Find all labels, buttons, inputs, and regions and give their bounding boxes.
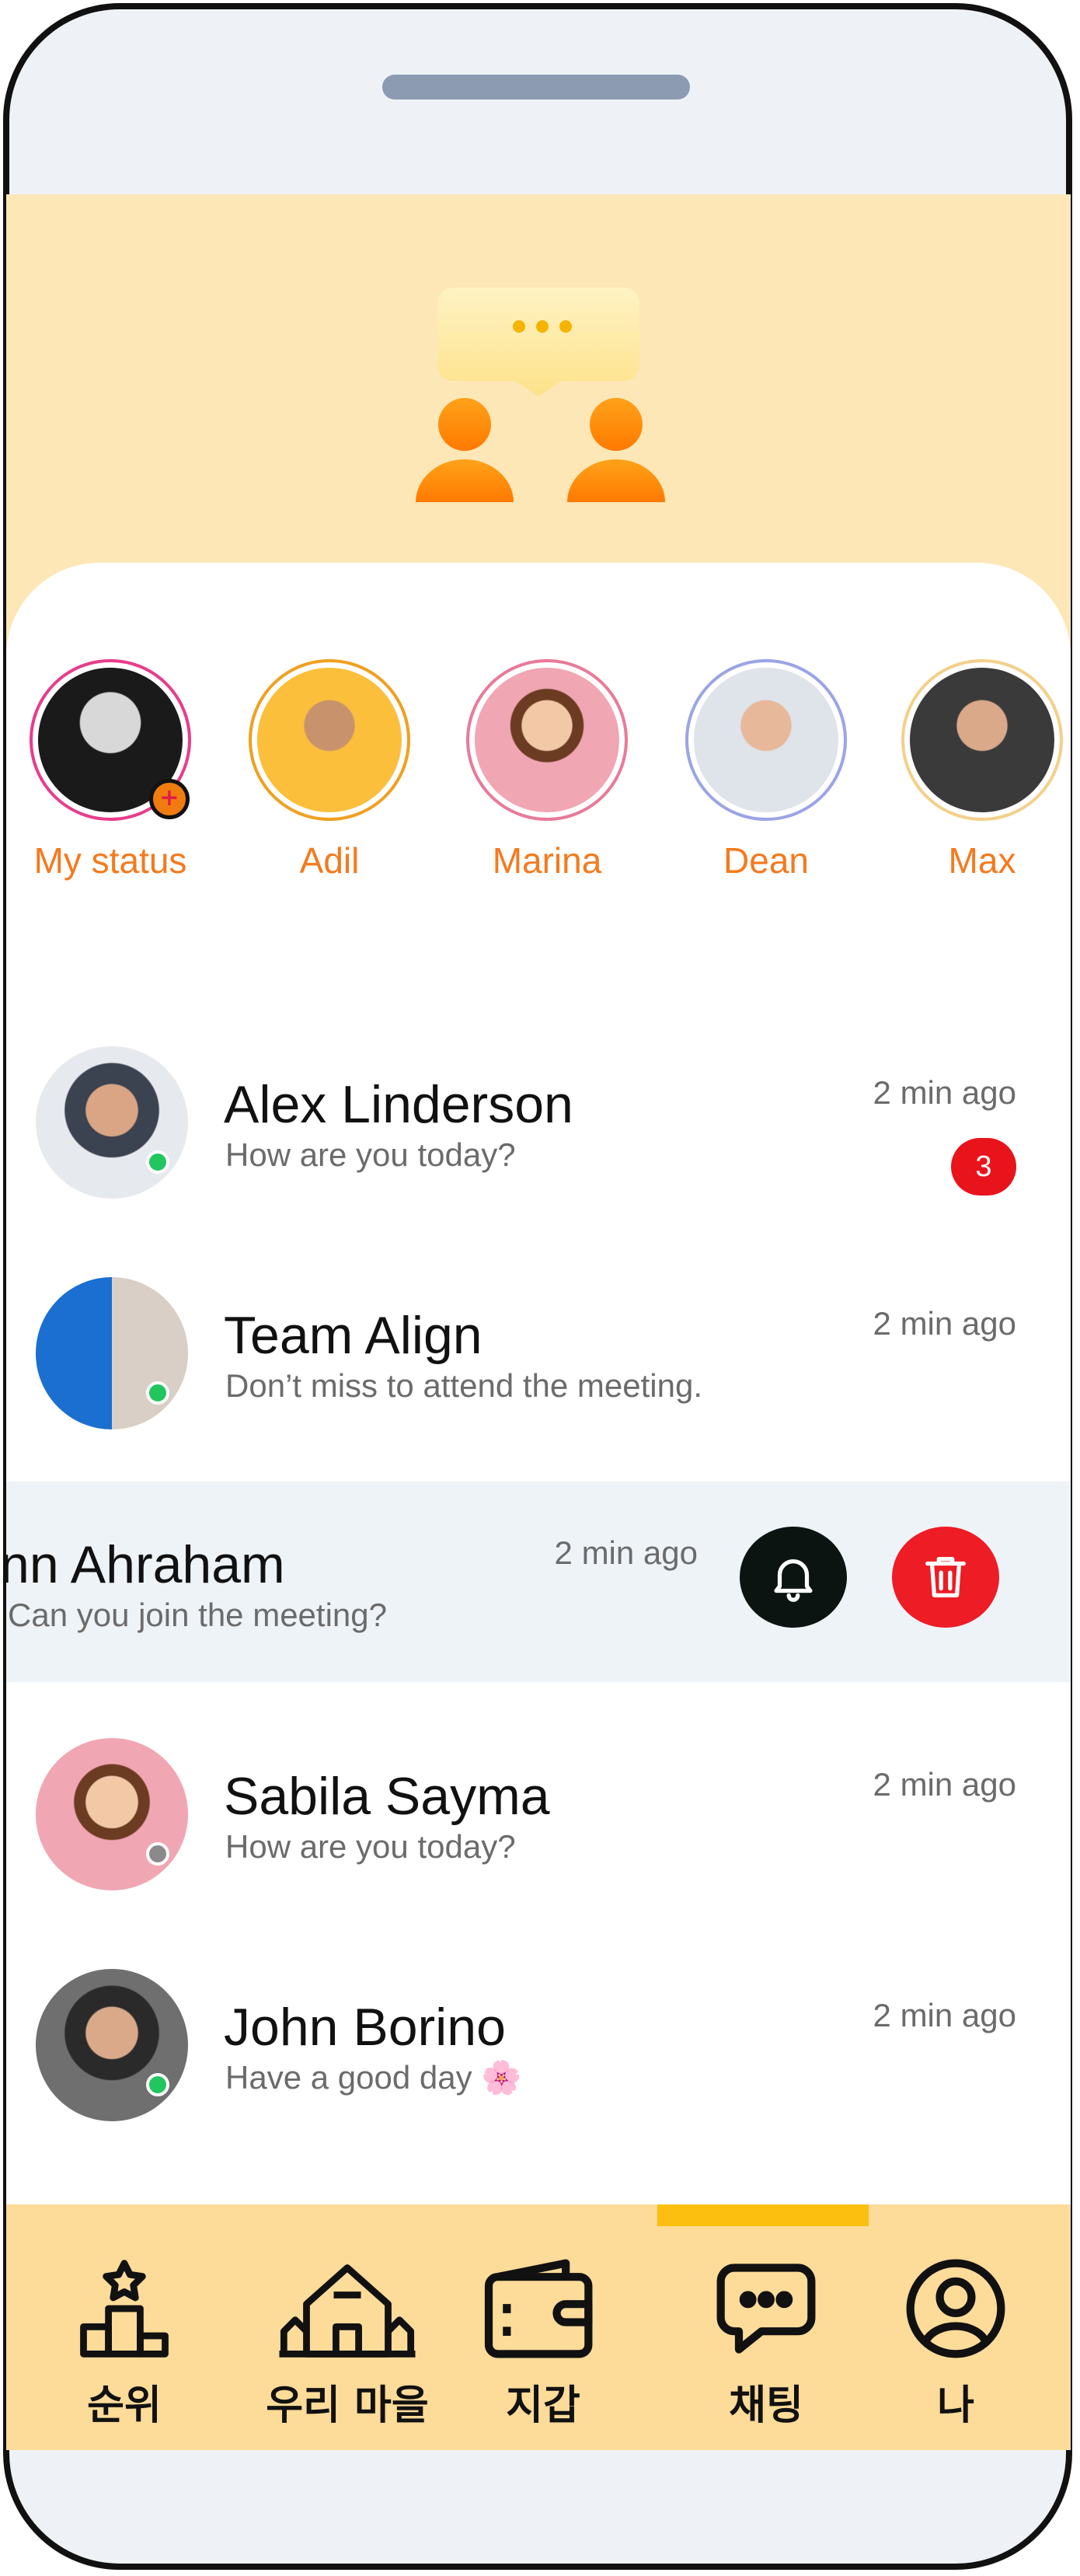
chat-row-sabila[interactable]: Sabila Sayma How are you today? 2 min ag… [6, 1713, 1071, 1914]
chat-row-team-align[interactable]: Team Align Don’t miss to attend the meet… [6, 1252, 1071, 1453]
chat-row-john[interactable]: John Borino Have a good day 🌸 2 min ago [6, 1944, 1071, 2145]
avatar [36, 1969, 188, 2121]
chat-message: How are you today? [225, 1136, 516, 1173]
chat-row-alex[interactable]: Alex Linderson How are you today? 2 min … [6, 1021, 1071, 1222]
chat-time: 2 min ago [873, 1305, 1016, 1342]
chat-name: nn Ahraham [0, 1535, 285, 1594]
story-ring [466, 659, 628, 821]
nav-ranking[interactable]: 순위 [62, 2254, 186, 2431]
online-status-dot [146, 1381, 169, 1405]
story-max[interactable]: Max [897, 659, 1068, 881]
chat-time: 2 min ago [873, 1766, 1016, 1803]
status-notch [382, 75, 690, 99]
story-ring [685, 659, 847, 821]
chat-name: Team Align [224, 1306, 483, 1365]
trash-icon [925, 1557, 966, 1597]
story-name: Adil [299, 840, 360, 881]
story-adil[interactable]: Adil [244, 659, 415, 881]
story-ring [901, 659, 1063, 821]
nav-label: 우리 마을 [266, 2382, 429, 2429]
chat-name: Sabila Sayma [224, 1767, 550, 1826]
chat-name: Alex Linderson [224, 1075, 573, 1134]
avatar [36, 1046, 188, 1199]
story-dean[interactable]: Dean [681, 659, 852, 881]
story-my-status[interactable]: + My status [25, 659, 196, 881]
avatar [36, 1738, 188, 1890]
chat-time: 2 min ago [554, 1534, 698, 1571]
story-name: Dean [723, 840, 809, 881]
unread-badge: 3 [951, 1138, 1016, 1196]
avatar [257, 668, 402, 812]
nav-label: 채팅 [729, 2382, 803, 2429]
story-marina[interactable]: Marina [462, 659, 632, 881]
nav-chat[interactable]: 채팅 [704, 2254, 828, 2431]
chat-message: How are you today? [225, 1828, 516, 1865]
ranking-icon [80, 2260, 169, 2358]
chat-people-icon [416, 288, 665, 502]
nav-label: 나 [937, 2382, 974, 2429]
offline-status-dot [146, 1842, 169, 1866]
profile-icon [906, 2259, 1005, 2358]
delete-button[interactable] [892, 1527, 999, 1628]
chat-name: John Borino [224, 1998, 506, 2057]
chat-message: Don’t miss to attend the meeting. [225, 1367, 702, 1404]
online-status-dot [146, 1150, 169, 1174]
bell-icon [774, 1559, 813, 1602]
avatar [910, 668, 1054, 812]
avatar [475, 668, 619, 812]
chat-message: Can you join the meeting? [8, 1597, 387, 1633]
story-ring: + [30, 659, 191, 821]
story-ring [249, 659, 410, 821]
chat-time: 2 min ago [873, 1074, 1016, 1111]
nav-profile[interactable]: 나 [894, 2254, 1018, 2431]
story-name: My status [33, 840, 187, 881]
nav-label: 지갑 [506, 2382, 580, 2429]
story-name: Max [948, 840, 1016, 881]
active-tab-indicator [657, 2204, 869, 2226]
nav-wallet[interactable]: 지갑 [477, 2254, 609, 2431]
wallet-icon [484, 2259, 593, 2358]
online-status-dot [146, 2073, 169, 2096]
nav-village[interactable]: 우리 마을 [250, 2254, 444, 2431]
nav-label: 순위 [87, 2382, 162, 2429]
group-avatar [36, 1277, 188, 1429]
village-icon [279, 2264, 416, 2358]
chat-time: 2 min ago [873, 1997, 1016, 2033]
chat-row-swiped[interactable]: nn Ahraham Can you join the meeting? 2 m… [0, 1482, 1071, 1682]
story-name: Marina [492, 840, 602, 881]
mute-button[interactable] [740, 1527, 847, 1628]
avatar [694, 668, 838, 812]
chat-icon [716, 2264, 816, 2354]
chat-message: Have a good day 🌸 [225, 2059, 522, 2096]
add-status-icon[interactable]: + [149, 779, 190, 819]
